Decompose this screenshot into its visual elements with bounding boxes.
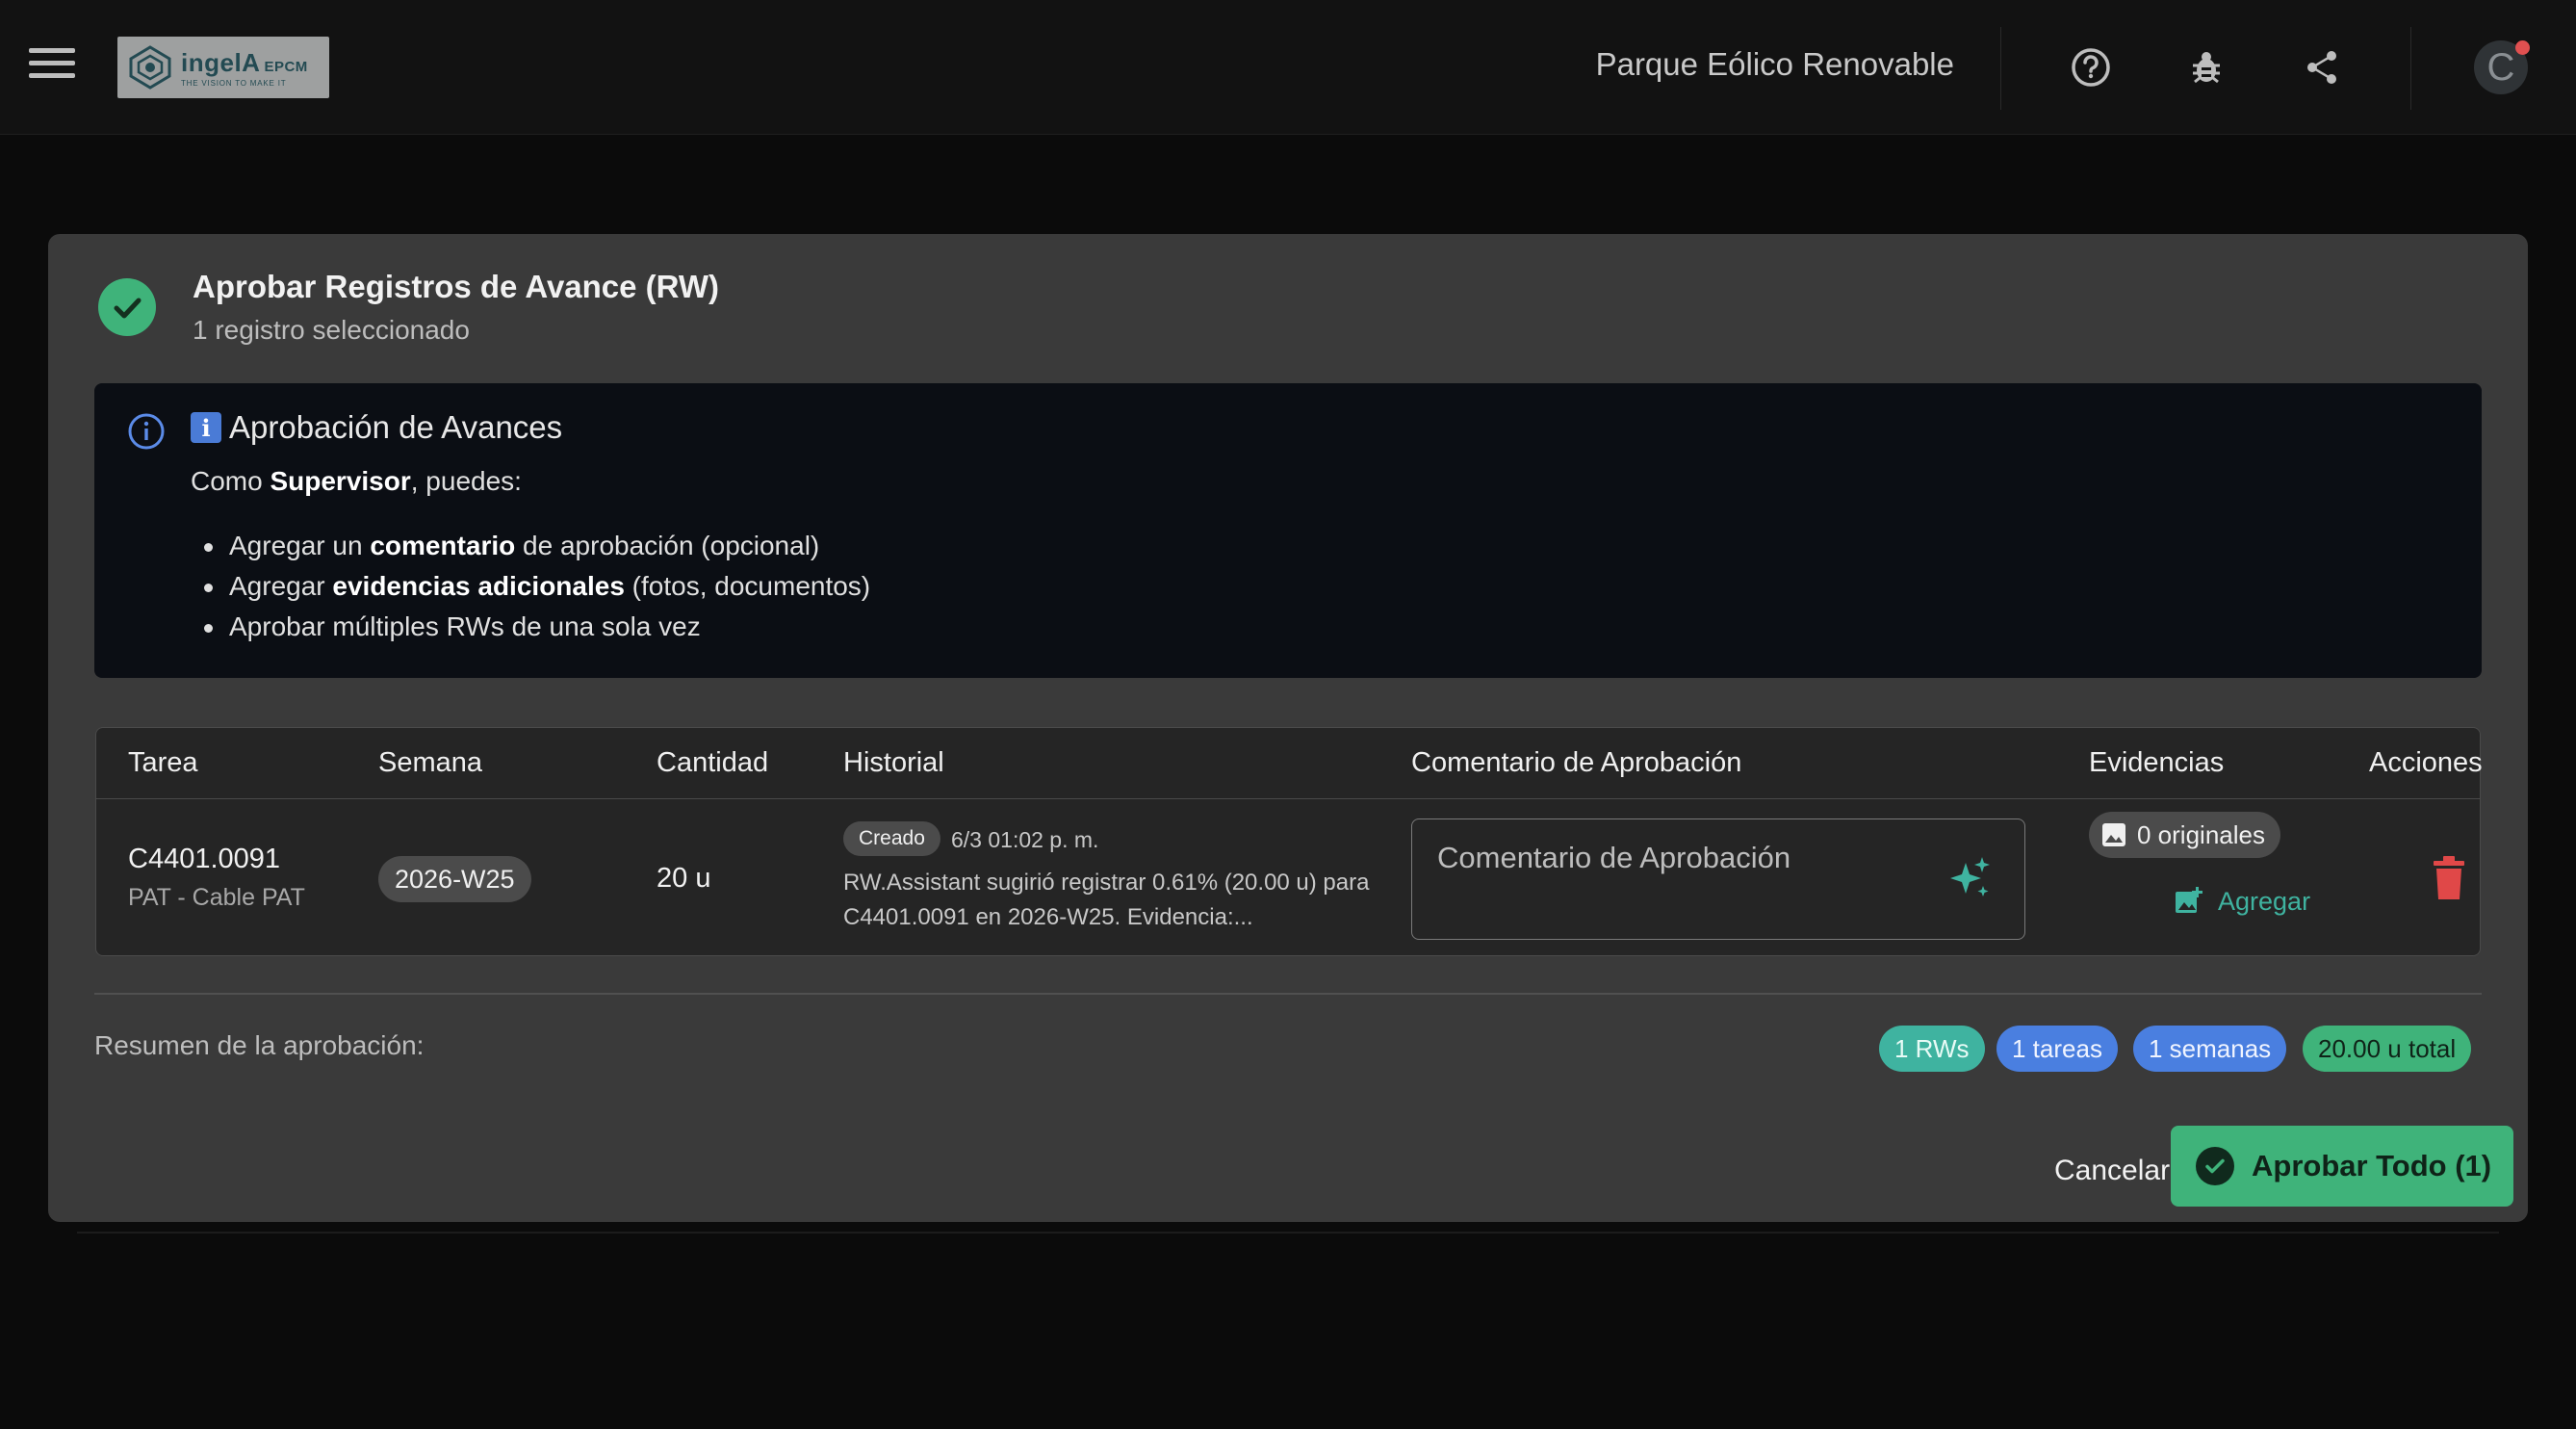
info-intro: Como Supervisor, puedes:: [191, 466, 522, 496]
summary-total-chip: 20.00 u total: [2303, 1026, 2472, 1072]
summary-label: Resumen de la aprobación:: [94, 1030, 425, 1060]
logo-text: ingelA EPCM: [181, 47, 308, 77]
list-item: Aprobar múltiples RWs de una sola vez: [191, 607, 870, 647]
list-item: Agregar evidencias adicionales (fotos, d…: [191, 566, 870, 607]
evidence-count-chip: 0 originales: [2089, 812, 2280, 858]
image-icon: [2102, 823, 2125, 846]
divider: [94, 993, 2482, 995]
approve-all-label: Aprobar Todo (1): [2252, 1149, 2492, 1182]
summary-rws-chip: 1 RWs: [1879, 1026, 1985, 1072]
history-text: RW.Assistant sugirió registrar 0.61% (20…: [843, 870, 1370, 930]
dialog-title: Aprobar Registros de Avance (RW): [193, 269, 720, 304]
history-status-chip: Creado: [843, 821, 940, 856]
task-code: C4401.0091: [128, 844, 281, 874]
column-header: Comentario de Aprobación: [1411, 747, 1742, 778]
menu-icon[interactable]: [29, 48, 75, 87]
column-header: Acciones: [2369, 747, 2483, 778]
approve-dialog: Aprobar Registros de Avance (RW) 1 regis…: [48, 234, 2528, 1222]
task-name: PAT - Cable PAT: [128, 884, 305, 911]
column-header: Cantidad: [657, 747, 769, 778]
dialog-subtitle: 1 registro seleccionado: [193, 315, 470, 345]
column-header: Semana: [378, 747, 483, 778]
info-list: Agregar un comentario de aprobación (opc…: [191, 526, 870, 647]
delete-icon[interactable]: [2430, 855, 2468, 901]
ai-sparkle-icon[interactable]: [1943, 851, 1996, 905]
info-title: i Aprobación de Avances: [191, 409, 562, 446]
check-circle-icon: [2196, 1147, 2234, 1185]
approve-all-button[interactable]: Aprobar Todo (1): [2171, 1126, 2513, 1207]
quantity: 20 u: [657, 863, 711, 894]
logo[interactable]: ingelA EPCM THE VISION TO MAKE IT: [117, 37, 329, 98]
divider: [2000, 27, 2001, 110]
summary-weeks-chip: 1 semanas: [2133, 1026, 2287, 1072]
divider: [2410, 27, 2411, 110]
add-evidence-button[interactable]: Agregar: [2154, 872, 2330, 930]
list-item: Agregar un comentario de aprobación (opc…: [191, 526, 870, 566]
logo-tagline: THE VISION TO MAKE IT: [181, 78, 287, 88]
info-emoji-icon: i: [191, 412, 221, 443]
project-title[interactable]: Parque Eólico Renovable: [1596, 46, 1954, 83]
rw-table: Tarea Semana Cantidad Historial Comentar…: [95, 727, 2483, 956]
share-icon[interactable]: [2297, 42, 2347, 92]
app-bar: ingelA EPCM THE VISION TO MAKE IT Parque …: [0, 0, 2576, 135]
help-icon[interactable]: [2066, 42, 2116, 92]
column-header: Historial: [843, 747, 944, 778]
check-circle-icon: [98, 278, 156, 336]
column-header: Evidencias: [2089, 747, 2225, 778]
logo-mark-icon: [129, 45, 171, 90]
approval-comment-input[interactable]: [1411, 818, 2025, 940]
notification-dot: [2515, 40, 2530, 55]
add-photo-icon: [2176, 887, 2202, 913]
history-date: 6/3 01:02 p. m.: [951, 827, 1099, 852]
divider: [77, 1232, 2499, 1234]
column-header: Tarea: [128, 747, 198, 778]
bug-icon[interactable]: [2181, 42, 2231, 92]
week-chip: 2026-W25: [378, 856, 531, 902]
info-icon: [128, 413, 165, 450]
summary-tasks-chip: 1 tareas: [1996, 1026, 2118, 1072]
info-alert: i Aprobación de Avances Como Supervisor,…: [94, 383, 2482, 678]
table-header: Tarea Semana Cantidad Historial Comentar…: [96, 728, 2483, 799]
